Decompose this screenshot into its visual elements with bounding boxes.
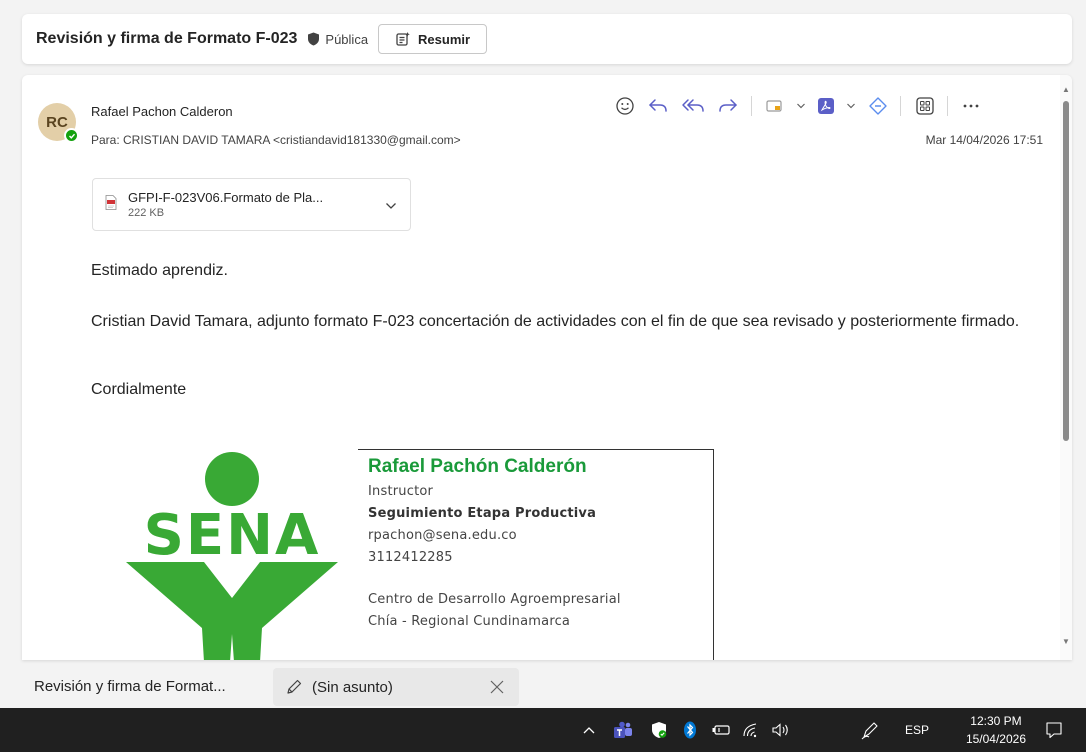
sena-logo: SENA xyxy=(126,452,338,660)
taskbar: ESP 12:30 PM 15/04/2026 xyxy=(0,708,1086,752)
signature-role: Instructor xyxy=(368,484,434,499)
signature-region: Chía - Regional Cundinamarca xyxy=(368,614,571,629)
summarize-label: Resumir xyxy=(418,31,471,47)
clock-time: 12:30 PM xyxy=(970,714,1022,728)
reply-all-icon[interactable] xyxy=(681,94,705,118)
summarize-icon xyxy=(396,32,410,46)
tab-label: Revisión y firma de Format... xyxy=(34,677,226,695)
scroll-up-arrow-icon[interactable]: ▲ xyxy=(1062,85,1070,94)
clock[interactable]: 12:30 PM 15/04/2026 xyxy=(966,712,1026,748)
show-hidden-icons-chevron-icon[interactable] xyxy=(580,708,598,752)
pen-menu-icon[interactable] xyxy=(858,708,882,752)
shield-icon xyxy=(308,32,320,46)
body-greeting: Estimado aprendiz. xyxy=(91,262,228,279)
battery-icon[interactable] xyxy=(710,708,732,752)
volume-icon[interactable] xyxy=(770,708,792,752)
tab-label: (Sin asunto) xyxy=(312,678,393,696)
attachment-menu-chevron-icon[interactable] xyxy=(385,197,397,215)
toolbar-divider xyxy=(900,96,901,116)
attachment-card[interactable]: GFPI-F-023V06.Formato de Pla... 222 KB xyxy=(92,178,411,231)
tab-draft[interactable]: (Sin asunto) xyxy=(273,668,519,706)
signature-name: Rafael Pachón Calderón xyxy=(368,456,587,477)
pencil-icon xyxy=(285,678,303,696)
sensitivity-label[interactable]: Pública xyxy=(307,32,368,47)
message-pane: RC Rafael Pachon Calderon Para: CRISTIAN… xyxy=(22,75,1072,660)
acrobat-icon[interactable] xyxy=(818,94,834,118)
sensitivity-text: Pública xyxy=(325,31,369,47)
scroll-down-arrow-icon[interactable]: ▼ xyxy=(1062,637,1070,646)
recipient-line: Para: CRISTIAN DAVID TAMARA <cristiandav… xyxy=(91,133,461,147)
signature-email[interactable]: rpachon@sena.edu.co xyxy=(368,528,517,543)
emoji-icon[interactable] xyxy=(615,94,635,118)
pdf-file-icon xyxy=(105,194,117,215)
more-icon[interactable] xyxy=(962,94,980,118)
wifi-icon[interactable] xyxy=(740,708,762,752)
attachment-name: GFPI-F-023V06.Formato de Pla... xyxy=(128,190,324,205)
bluetooth-icon[interactable] xyxy=(680,708,700,752)
clock-date: 15/04/2026 xyxy=(965,732,1026,746)
sena-logo-text: SENA xyxy=(144,503,321,568)
reply-icon[interactable] xyxy=(647,94,669,118)
chevron-down-icon[interactable] xyxy=(796,94,806,118)
chevron-down-icon[interactable] xyxy=(846,94,856,118)
avatar-initials: RC xyxy=(46,113,68,131)
input-language-indicator[interactable]: ESP xyxy=(905,708,929,752)
notifications-icon[interactable] xyxy=(1042,708,1066,752)
toolbar-divider xyxy=(751,96,752,116)
sender-name[interactable]: Rafael Pachon Calderon xyxy=(91,104,233,119)
forward-icon[interactable] xyxy=(717,94,739,118)
body-closing: Cordialmente xyxy=(91,381,187,398)
signature-area: Seguimiento Etapa Productiva xyxy=(368,506,597,521)
presence-available-icon xyxy=(64,128,79,143)
link-icon[interactable] xyxy=(868,94,888,118)
apps-icon[interactable] xyxy=(915,94,935,118)
avatar[interactable]: RC xyxy=(38,103,79,143)
close-icon[interactable] xyxy=(489,679,505,695)
email-subject: Revisión y firma de Formato F-023 xyxy=(36,30,298,47)
message-actions-toolbar xyxy=(615,94,992,118)
subject-header: Revisión y firma de Formato F-023 Públic… xyxy=(22,14,1072,64)
attachment-size: 222 KB xyxy=(128,207,165,219)
summarize-button[interactable]: Resumir xyxy=(378,24,488,54)
tab-email-subject[interactable]: Revisión y firma de Format... xyxy=(20,666,240,706)
toolbar-divider xyxy=(947,96,948,116)
body-paragraph: Cristian David Tamara, adjunto formato F… xyxy=(91,313,1020,330)
message-date: Mar 14/04/2026 17:51 xyxy=(925,133,1043,147)
signature-phone: 3112412285 xyxy=(368,550,453,565)
security-shield-icon[interactable] xyxy=(648,708,670,752)
scroll-thumb[interactable] xyxy=(1063,101,1069,441)
tag-icon[interactable] xyxy=(766,94,784,118)
signature-center: Centro de Desarrollo Agroempresarial xyxy=(368,592,621,607)
teams-icon[interactable] xyxy=(612,708,634,752)
scrollbar[interactable]: ▲ ▼ xyxy=(1060,75,1072,660)
open-items-tabbar: Revisión y firma de Format... (Sin asunt… xyxy=(0,664,1086,708)
attachment-info: GFPI-F-023V06.Formato de Pla... 222 KB xyxy=(128,190,323,219)
